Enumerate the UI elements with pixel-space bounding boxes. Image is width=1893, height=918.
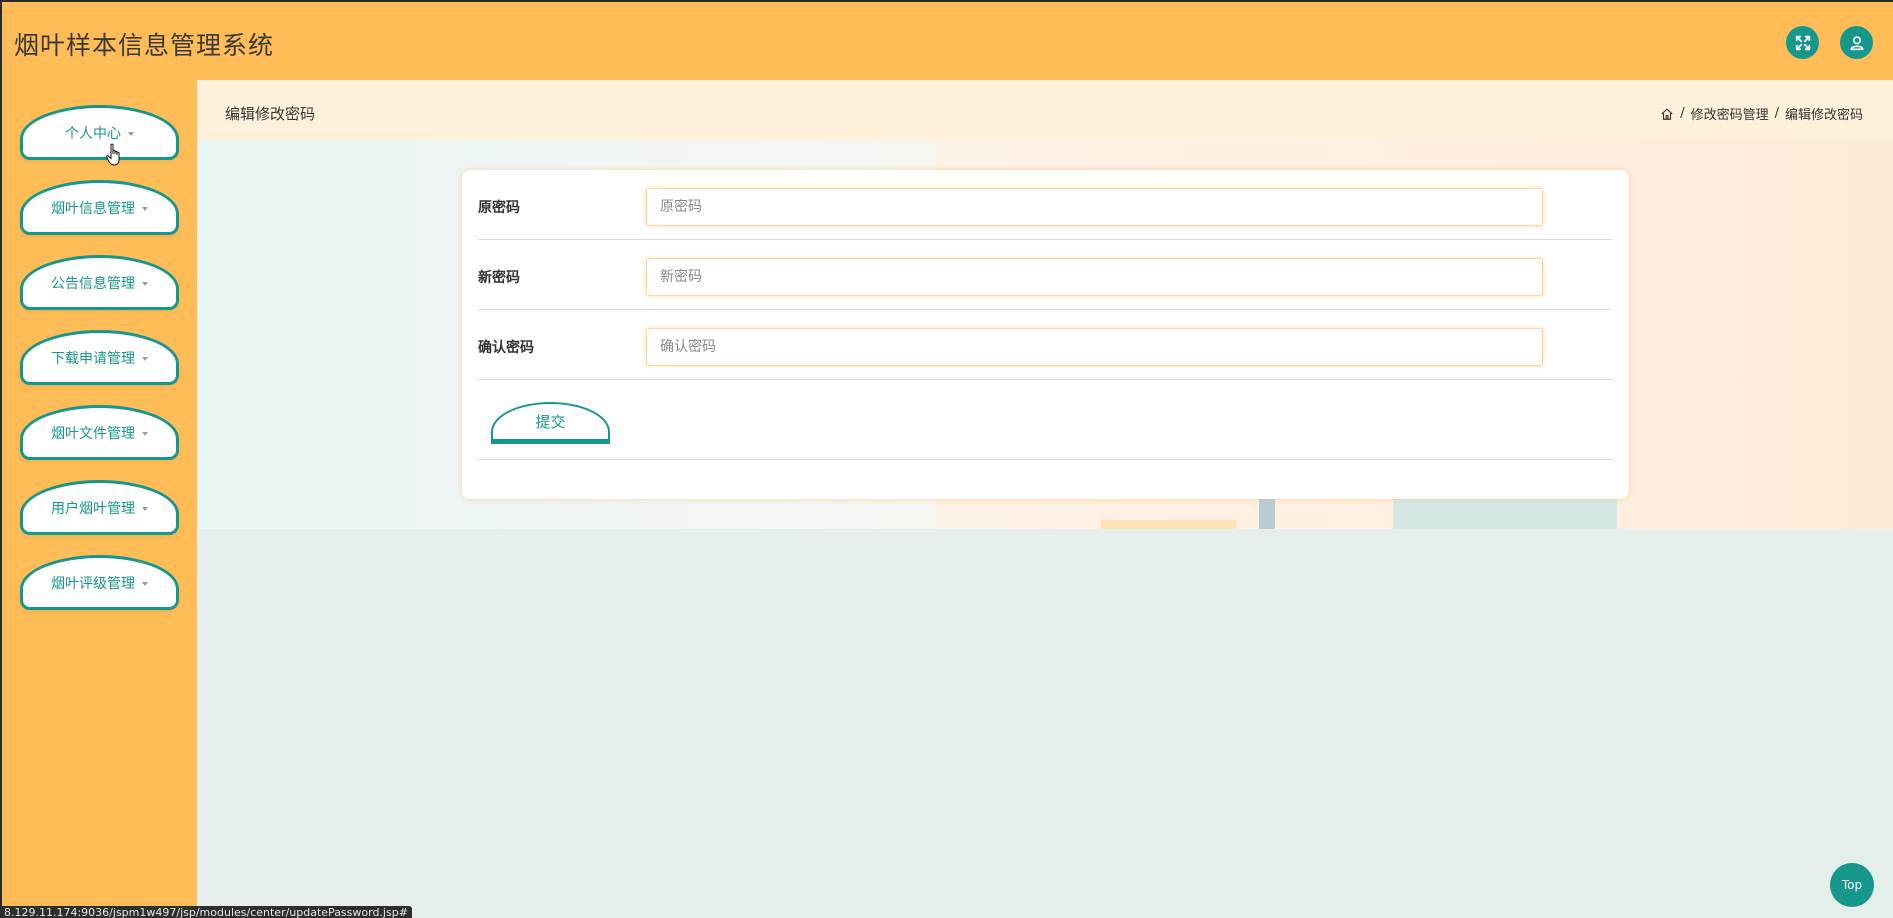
back-to-top-button[interactable]: Top — [1830, 863, 1874, 907]
sidebar-item-label: 公告信息管理 — [51, 275, 135, 292]
status-bar-url: 8.129.11.174:9036/jspm1w497/jsp/modules/… — [0, 906, 412, 918]
breadcrumb-item[interactable]: 修改密码管理 — [1691, 104, 1769, 123]
breadcrumb-item: 编辑修改密码 — [1784, 108, 1863, 123]
old-password-input[interactable] — [646, 188, 1543, 226]
old-password-label: 原密码 — [478, 200, 520, 216]
caret-down-icon — [128, 131, 134, 136]
caret-down-icon — [142, 581, 148, 586]
sidebar-item-label: 烟叶评级管理 — [51, 575, 135, 592]
sidebar: 个人中心 烟叶信息管理 公告信息管理 下载申请管理 烟叶文件管理 用户烟叶管理 … — [0, 80, 197, 918]
sidebar-item-tobacco-file[interactable]: 烟叶文件管理 — [20, 405, 179, 460]
confirm-password-label: 确认密码 — [478, 340, 534, 356]
sidebar-item-user-tobacco[interactable]: 用户烟叶管理 — [20, 480, 179, 535]
sidebar-item-label: 烟叶信息管理 — [51, 200, 135, 217]
breadcrumb-separator: / — [1774, 106, 1779, 121]
sidebar-item-label: 个人中心 — [65, 125, 121, 142]
submit-button[interactable]: 提交 — [491, 402, 610, 444]
new-password-label: 新密码 — [478, 270, 520, 286]
breadcrumb: / 修改密码管理 / 编辑修改密码 — [1660, 104, 1863, 123]
form-row-confirm-password: 确认密码 — [478, 310, 1612, 380]
background-illustration — [1101, 520, 1237, 529]
sidebar-item-announcement[interactable]: 公告信息管理 — [20, 255, 179, 310]
breadcrumb-separator: / — [1680, 106, 1685, 121]
new-password-input[interactable] — [646, 258, 1543, 296]
user-icon — [1849, 35, 1864, 50]
app-title: 烟叶样本信息管理系统 — [14, 31, 275, 60]
sidebar-item-download-request[interactable]: 下载申请管理 — [20, 330, 179, 385]
caret-down-icon — [142, 206, 148, 211]
password-form-card: 原密码 新密码 确认密码 提交 — [462, 170, 1629, 499]
background-illustration — [1259, 495, 1275, 529]
home-icon[interactable] — [1660, 107, 1674, 121]
caret-down-icon — [142, 281, 148, 286]
sidebar-item-label: 用户烟叶管理 — [51, 500, 135, 517]
sidebar-item-tobacco-info[interactable]: 烟叶信息管理 — [20, 180, 179, 235]
app-root: 烟叶样本信息管理系统 个人中心 烟叶信息管理 公告信息管理 下载申请管理 烟叶文 — [0, 0, 1893, 918]
sidebar-item-tobacco-rating[interactable]: 烟叶评级管理 — [20, 555, 179, 610]
fullscreen-icon — [1795, 35, 1810, 50]
sidebar-item-personal-center[interactable]: 个人中心 — [20, 105, 179, 160]
user-button[interactable] — [1840, 26, 1873, 59]
top-header: 烟叶样本信息管理系统 — [0, 0, 1893, 80]
caret-down-icon — [142, 431, 148, 436]
page-header-bar: 编辑修改密码 / 修改密码管理 / 编辑修改密码 — [197, 80, 1893, 140]
fullscreen-button[interactable] — [1786, 26, 1819, 59]
sidebar-item-label: 烟叶文件管理 — [51, 425, 135, 442]
mouse-cursor-icon — [106, 143, 120, 166]
form-row-new-password: 新密码 — [478, 240, 1612, 310]
caret-down-icon — [142, 356, 148, 361]
form-actions: 提交 — [478, 402, 1612, 460]
caret-down-icon — [142, 506, 148, 511]
confirm-password-input[interactable] — [646, 328, 1543, 366]
page-title: 编辑修改密码 — [225, 105, 316, 123]
sidebar-item-label: 下载申请管理 — [51, 350, 135, 367]
form-row-old-password: 原密码 — [478, 170, 1612, 240]
